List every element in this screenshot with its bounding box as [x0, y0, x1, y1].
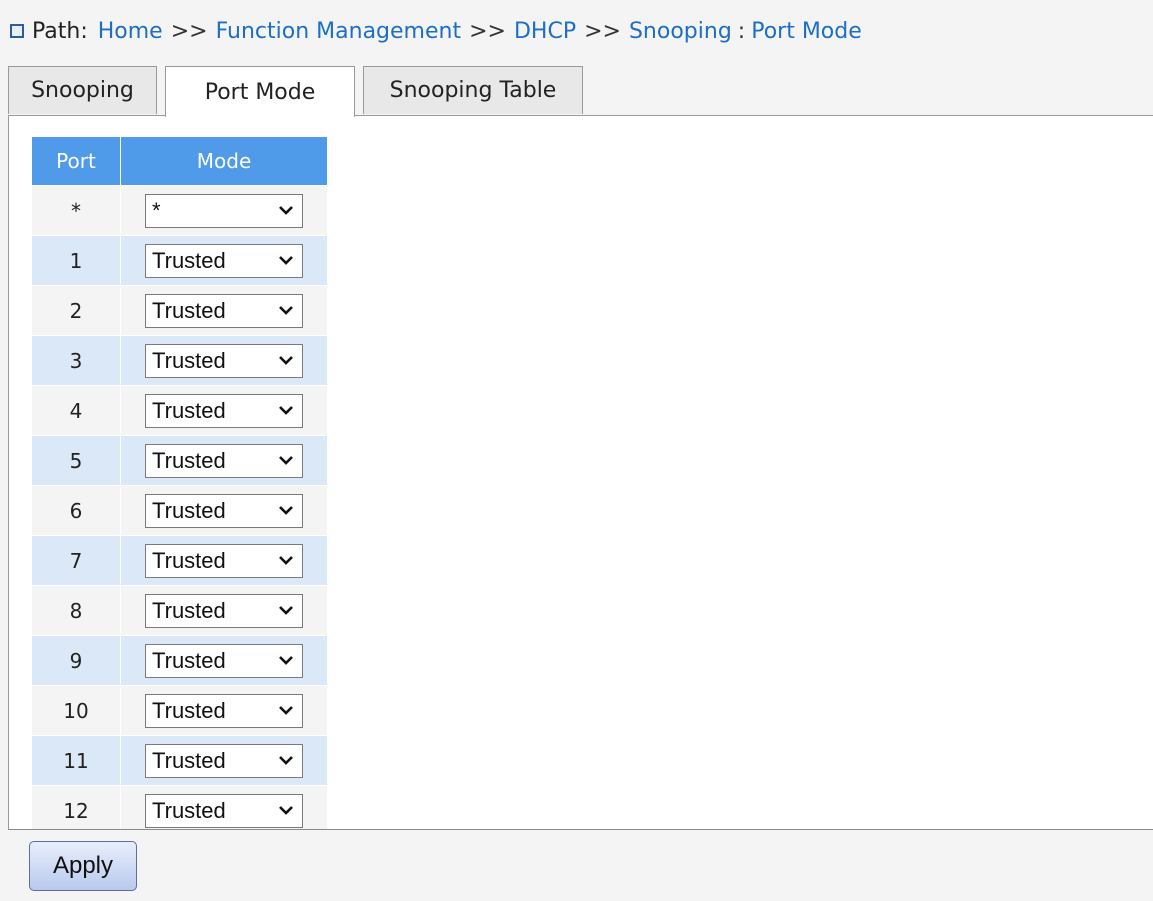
mode-select-value: Trusted — [152, 447, 226, 473]
path-label: Path: — [32, 18, 88, 44]
port-cell: 8 — [31, 585, 121, 636]
port-cell: 11 — [31, 735, 121, 786]
breadcrumb-colon: : — [737, 18, 746, 44]
port-cell: 4 — [31, 385, 121, 436]
mode-select[interactable]: Trusted — [145, 393, 303, 428]
port-cell: 5 — [31, 435, 121, 486]
chevron-down-icon — [278, 648, 294, 674]
tab-snooping[interactable]: Snooping — [8, 66, 157, 114]
mode-select[interactable]: Trusted — [145, 443, 303, 478]
chevron-down-icon — [278, 748, 294, 774]
breadcrumb-home[interactable]: Home — [98, 19, 163, 44]
breadcrumb-snooping[interactable]: Snooping — [629, 19, 732, 44]
mode-select[interactable]: Trusted — [145, 693, 303, 728]
port-cell: 12 — [31, 785, 121, 829]
tab-port-mode[interactable]: Port Mode — [165, 66, 355, 117]
table-row: 7 Trusted — [31, 535, 328, 586]
mode-select[interactable]: * — [145, 193, 303, 228]
mode-select-value: Trusted — [152, 347, 226, 373]
square-bullet-icon — [10, 24, 24, 38]
table-row: 4 Trusted — [31, 385, 328, 436]
mode-select[interactable]: Trusted — [145, 493, 303, 528]
mode-select-value: Trusted — [152, 797, 226, 823]
chevron-down-icon — [278, 198, 294, 224]
mode-select-value: Trusted — [152, 247, 226, 273]
mode-cell: Trusted — [120, 435, 328, 486]
mode-select[interactable]: Trusted — [145, 243, 303, 278]
mode-cell: Trusted — [120, 535, 328, 586]
table-row: 9 Trusted — [31, 635, 328, 686]
mode-cell: Trusted — [120, 685, 328, 736]
port-cell: 3 — [31, 335, 121, 386]
table-row: 3 Trusted — [31, 335, 328, 386]
mode-select-value: Trusted — [152, 297, 226, 323]
mode-cell: Trusted — [120, 635, 328, 686]
mode-select-value: Trusted — [152, 397, 226, 423]
chevron-down-icon — [278, 548, 294, 574]
table-row: 8 Trusted — [31, 585, 328, 636]
breadcrumb-dhcp[interactable]: DHCP — [514, 19, 576, 44]
chevron-down-icon — [278, 248, 294, 274]
chevron-down-icon — [278, 298, 294, 324]
port-mode-table: Port Mode * * 1 Trusted 2 Trusted 3 Trusted 4 Tru… — [31, 136, 328, 829]
mode-cell: Trusted — [120, 785, 328, 829]
chevron-down-icon — [278, 498, 294, 524]
mode-cell: Trusted — [120, 235, 328, 286]
port-cell: 6 — [31, 485, 121, 536]
breadcrumb-function-management[interactable]: Function Management — [216, 19, 462, 44]
content-panel: Port Mode * * 1 Trusted 2 Trusted 3 Trusted 4 Tru… — [8, 115, 1153, 830]
mode-cell: Trusted — [120, 735, 328, 786]
chevron-down-icon — [278, 398, 294, 424]
mode-cell: Trusted — [120, 485, 328, 536]
mode-select-value: Trusted — [152, 497, 226, 523]
breadcrumb-separator: >> — [170, 18, 208, 44]
port-cell: 9 — [31, 635, 121, 686]
chevron-down-icon — [278, 698, 294, 724]
tab-snooping-table[interactable]: Snooping Table — [363, 66, 583, 114]
mode-select[interactable]: Trusted — [145, 543, 303, 578]
mode-select[interactable]: Trusted — [145, 343, 303, 378]
table-row: 1 Trusted — [31, 235, 328, 286]
table-row: 12 Trusted — [31, 785, 328, 829]
table-row: 2 Trusted — [31, 285, 328, 336]
mode-select[interactable]: Trusted — [145, 743, 303, 778]
chevron-down-icon — [278, 798, 294, 824]
port-cell: 2 — [31, 285, 121, 336]
mode-select-value: Trusted — [152, 547, 226, 573]
mode-select-value: Trusted — [152, 647, 226, 673]
table-row: 5 Trusted — [31, 435, 328, 486]
breadcrumb: Path: Home >> Function Management >> DHC… — [10, 14, 862, 48]
mode-select-value: Trusted — [152, 747, 226, 773]
mode-cell: Trusted — [120, 385, 328, 436]
mode-select-value: * — [152, 197, 161, 223]
mode-cell: Trusted — [120, 585, 328, 636]
apply-button[interactable]: Apply — [29, 841, 137, 891]
table-row: 10 Trusted — [31, 685, 328, 736]
port-cell: * — [31, 185, 121, 236]
table-row: 6 Trusted — [31, 485, 328, 536]
chevron-down-icon — [278, 598, 294, 624]
mode-select[interactable]: Trusted — [145, 643, 303, 678]
mode-cell: * — [120, 185, 328, 236]
port-cell: 10 — [31, 685, 121, 736]
breadcrumb-separator: >> — [469, 18, 506, 44]
chevron-down-icon — [278, 348, 294, 374]
mode-cell: Trusted — [120, 335, 328, 386]
table-row: 11 Trusted — [31, 735, 328, 786]
mode-select[interactable]: Trusted — [145, 293, 303, 328]
chevron-down-icon — [278, 448, 294, 474]
port-cell: 7 — [31, 535, 121, 586]
mode-select-value: Trusted — [152, 597, 226, 623]
port-column-header: Port — [31, 136, 121, 186]
mode-select[interactable]: Trusted — [145, 593, 303, 628]
table-row: * * — [31, 185, 328, 236]
mode-select-value: Trusted — [152, 697, 226, 723]
mode-column-header: Mode — [120, 136, 328, 186]
port-cell: 1 — [31, 235, 121, 286]
breadcrumb-separator: >> — [584, 18, 621, 44]
mode-cell: Trusted — [120, 285, 328, 336]
mode-select[interactable]: Trusted — [145, 793, 303, 828]
breadcrumb-current: Port Mode — [751, 18, 862, 44]
